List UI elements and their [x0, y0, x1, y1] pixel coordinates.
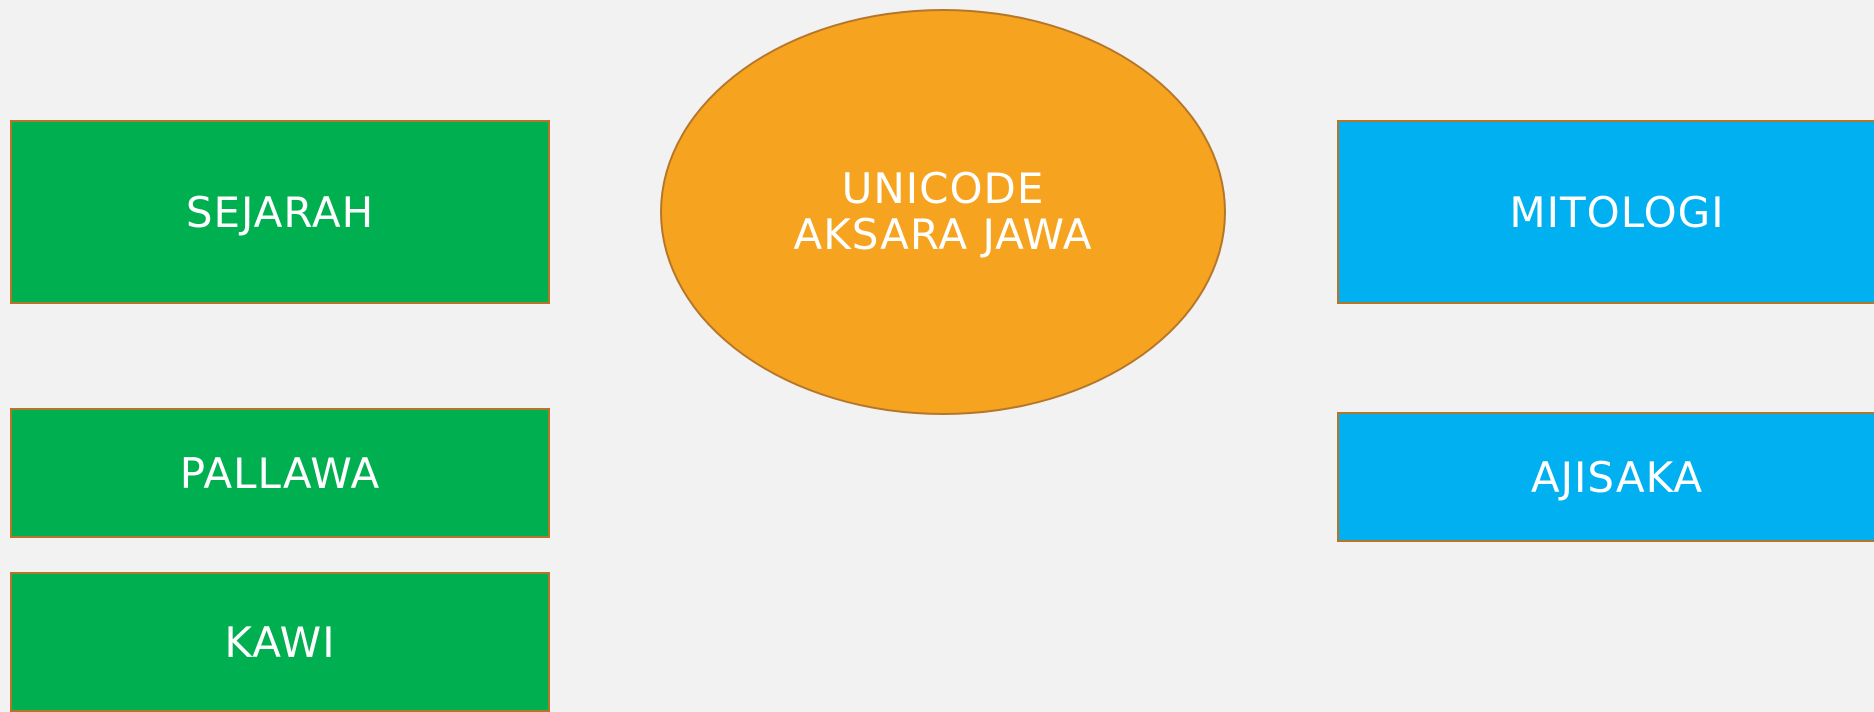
- ajisaka-box: AJISAKA: [1337, 412, 1874, 542]
- sejarah-label: SEJARAH: [185, 187, 375, 237]
- center-ellipse: UNICODE AKSARA JAWA: [660, 9, 1226, 415]
- center-title-line1: UNICODE: [841, 163, 1045, 213]
- kawi-box: KAWI: [10, 572, 550, 712]
- pallawa-box: PALLAWA: [10, 408, 550, 538]
- pallawa-label: PALLAWA: [179, 448, 381, 498]
- mitologi-label: MITOLOGI: [1509, 187, 1725, 237]
- sejarah-box: SEJARAH: [10, 120, 550, 304]
- ajisaka-label: AJISAKA: [1530, 452, 1704, 502]
- mitologi-box: MITOLOGI: [1337, 120, 1874, 304]
- kawi-label: KAWI: [224, 617, 336, 667]
- center-title-line2: AKSARA JAWA: [793, 210, 1093, 259]
